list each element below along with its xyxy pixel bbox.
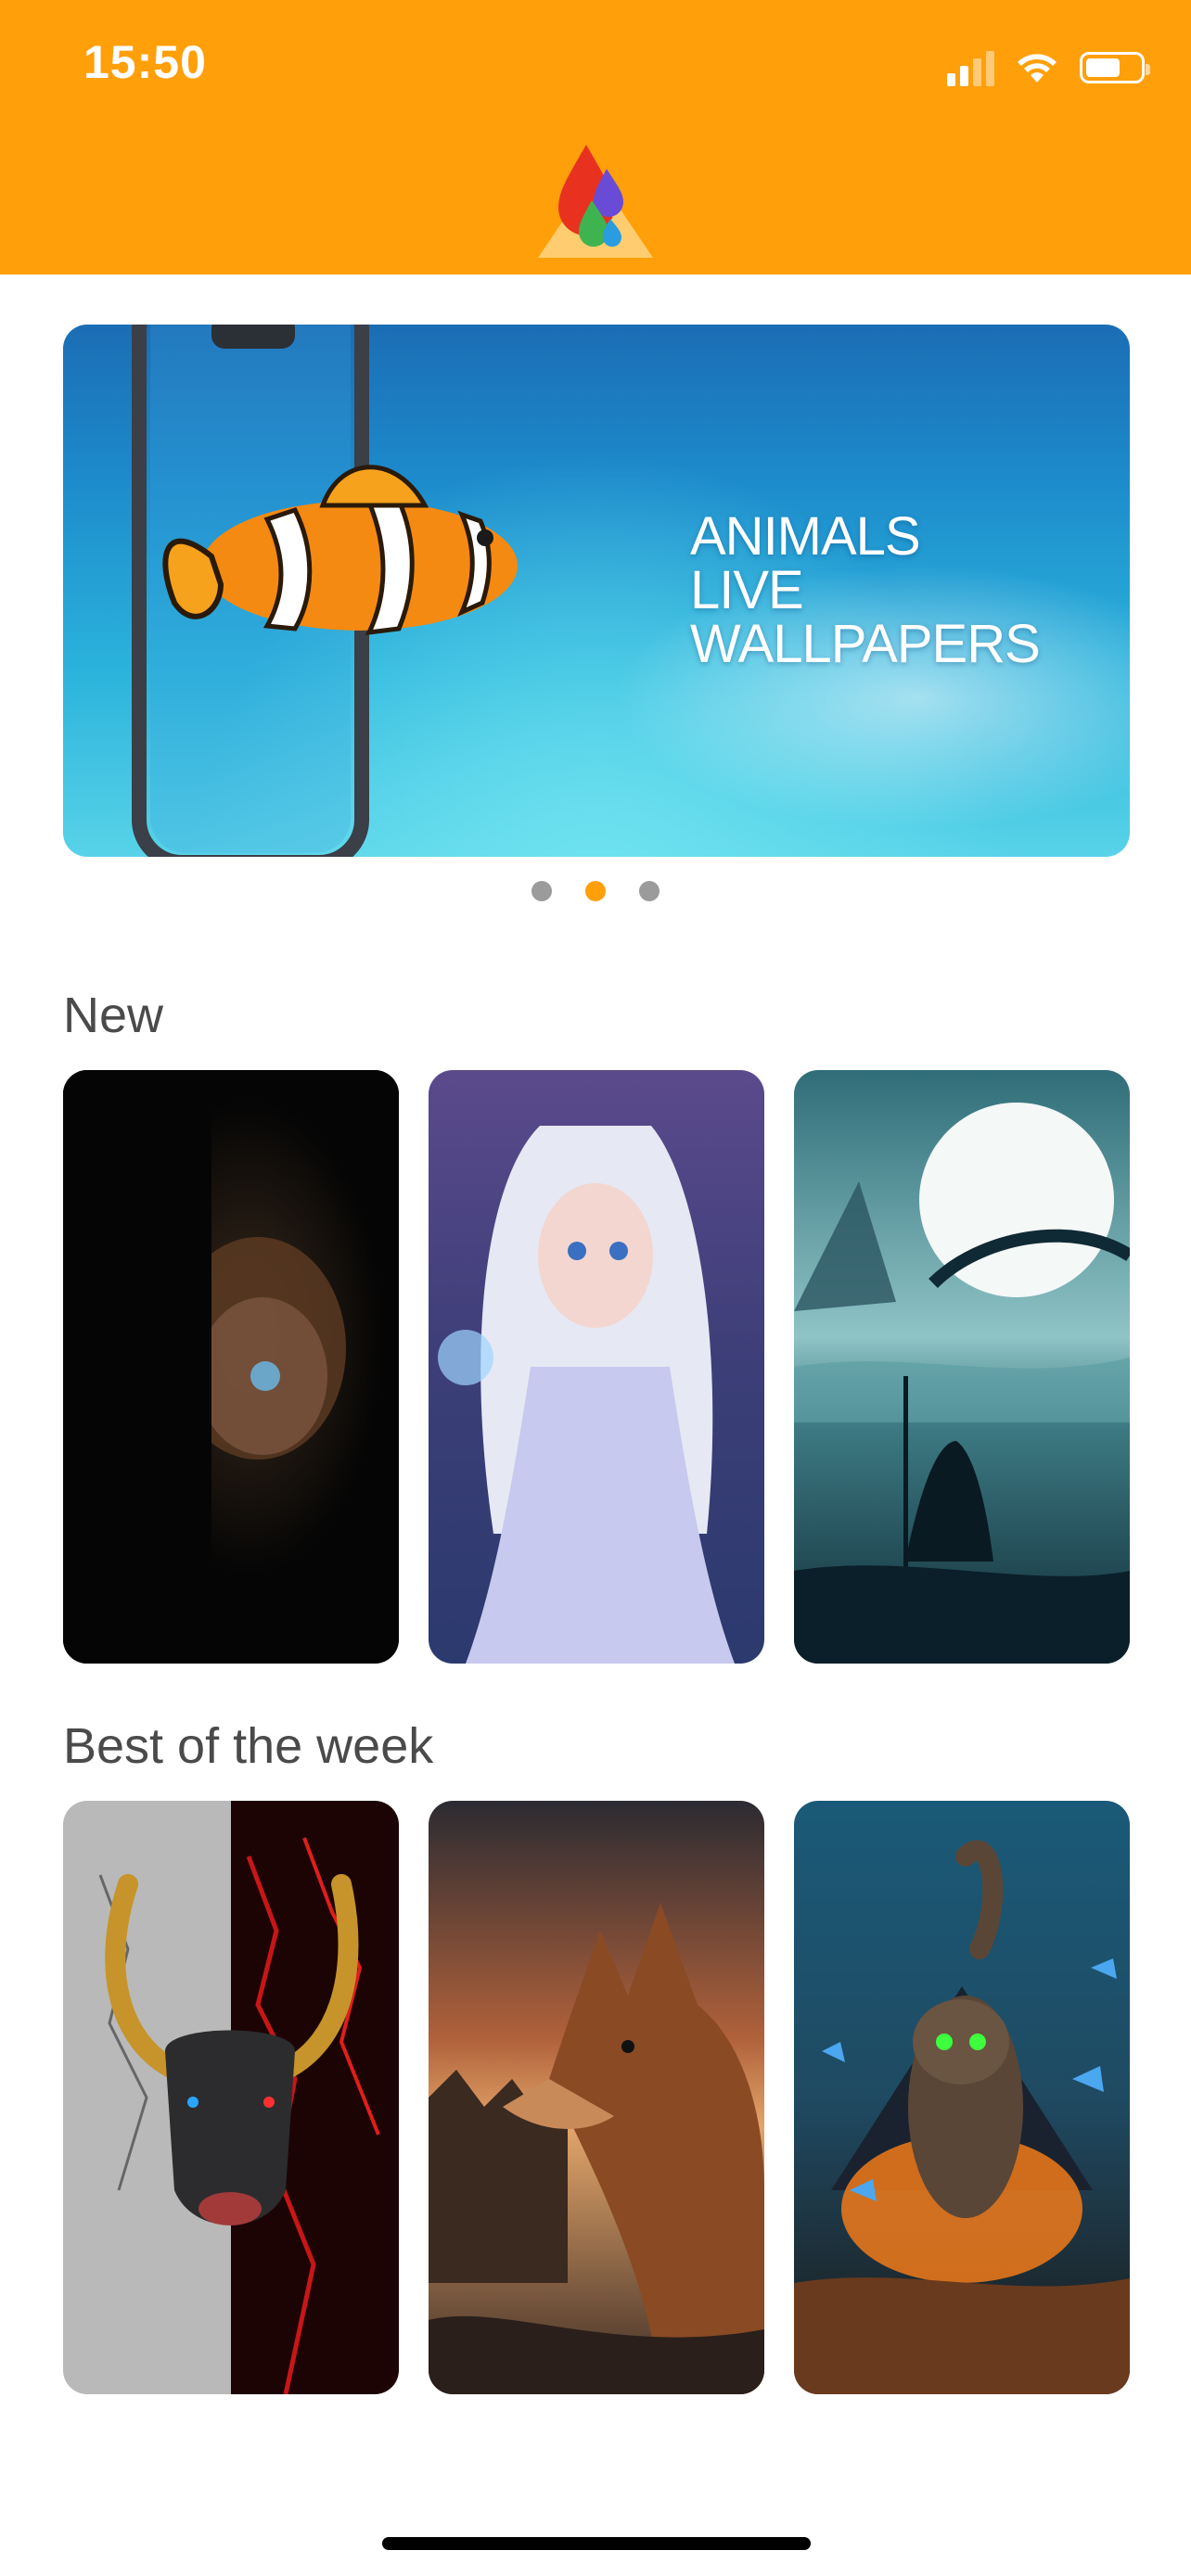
carousel-dot-1[interactable] [531, 881, 552, 901]
top-bar: 15:50 [0, 0, 1191, 274]
wallpaper-thumbnail-cat[interactable] [794, 1801, 1130, 2394]
app-logo-icon [538, 145, 653, 258]
status-time: 15:50 [83, 36, 207, 88]
banner-phone-fish-illustration [132, 325, 518, 857]
carousel-dot-3[interactable] [639, 881, 660, 901]
status-icons [947, 45, 1150, 91]
battery-icon [1080, 52, 1150, 83]
wifi-icon [1018, 54, 1057, 83]
home-indicator[interactable] [382, 2537, 811, 2550]
wallpaper-thumbnail-doll[interactable] [63, 1070, 399, 1664]
banner-line-1: ANIMALS [690, 506, 921, 567]
banner-caption: ANIMALS LIVE WALLPAPERS [690, 506, 1041, 674]
wallpaper-thumbnail-fox[interactable] [429, 1801, 764, 2394]
carousel-page-indicator[interactable] [0, 881, 1191, 901]
wallpaper-thumbnail-moonlit-lake[interactable] [794, 1070, 1130, 1664]
cellular-signal-icon [947, 49, 994, 86]
section-title-new: New [63, 988, 164, 1043]
carousel-dot-2-active[interactable] [585, 881, 606, 901]
banner-line-2: LIVE [690, 560, 804, 620]
wallpaper-thumbnail-bull[interactable] [63, 1801, 399, 2394]
banner-line-3: WALLPAPERS [690, 614, 1041, 674]
section-title-best-of-week: Best of the week [63, 1718, 434, 1774]
wallpaper-thumbnail-ice-princess[interactable] [429, 1070, 764, 1664]
featured-banner[interactable]: ANIMALS LIVE WALLPAPERS [63, 325, 1130, 857]
